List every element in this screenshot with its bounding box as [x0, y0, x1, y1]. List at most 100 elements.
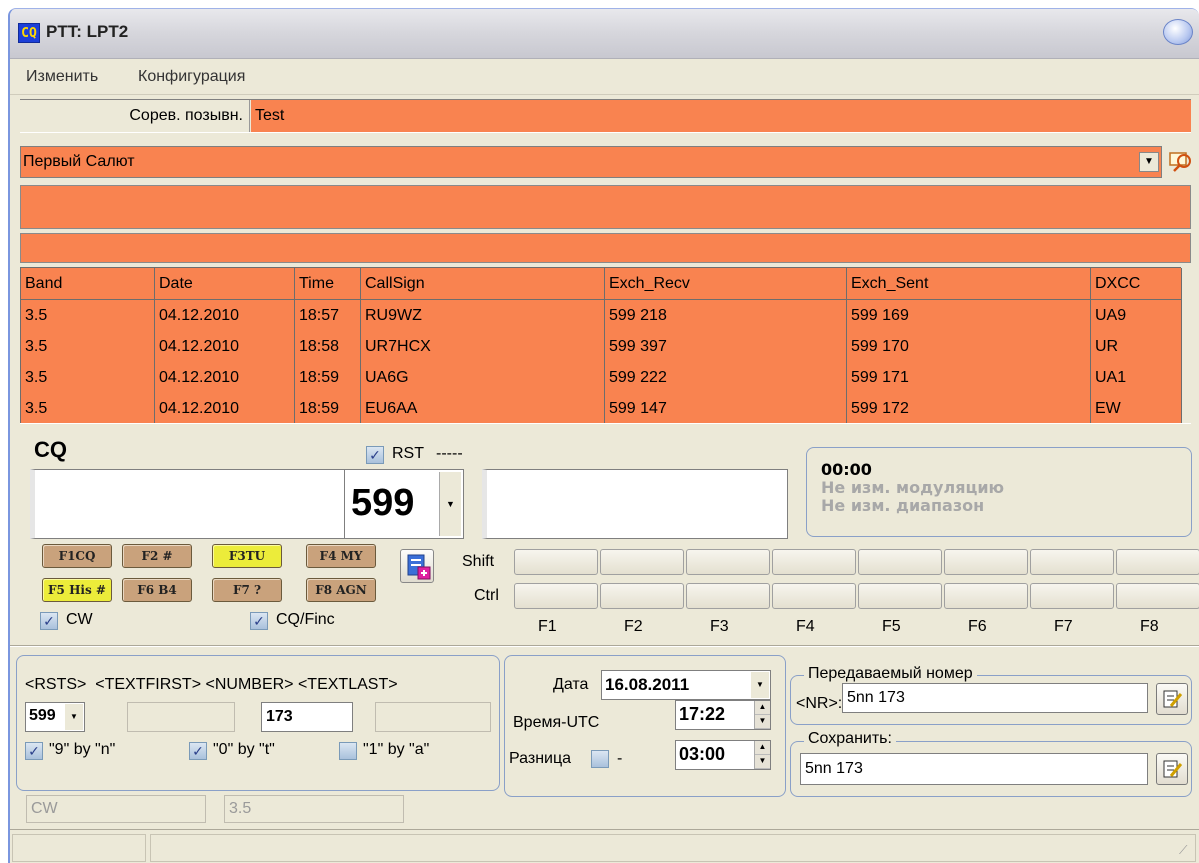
- chevron-down-icon[interactable]: ▼: [751, 672, 769, 698]
- exchange-input[interactable]: [482, 469, 788, 539]
- ctrl-macro-button-f6[interactable]: [944, 583, 1028, 609]
- column-header[interactable]: DXCC: [1091, 268, 1182, 300]
- table-cell[interactable]: UR7HCX: [361, 331, 605, 363]
- shift-macro-button-f1[interactable]: [514, 549, 598, 575]
- table-cell[interactable]: EU6AA: [361, 393, 605, 425]
- contest-call-field[interactable]: Test: [251, 100, 1191, 132]
- shift-macro-button-f6[interactable]: [944, 549, 1028, 575]
- table-cell[interactable]: 18:57: [295, 300, 361, 332]
- resize-grip-icon[interactable]: ⟋: [1179, 842, 1195, 858]
- opt-0-by-t-label: "0" by "t": [213, 741, 275, 758]
- table-cell[interactable]: 3.5: [21, 300, 155, 332]
- ctrl-macro-button-f1[interactable]: [514, 583, 598, 609]
- f8-button[interactable]: F8 AGN: [306, 578, 376, 602]
- table-cell[interactable]: UA6G: [361, 362, 605, 394]
- table-cell[interactable]: 599 147: [605, 393, 847, 425]
- chevron-down-icon[interactable]: ▼: [439, 472, 461, 536]
- table-cell[interactable]: 599 222: [605, 362, 847, 394]
- shift-macro-button-f4[interactable]: [772, 549, 856, 575]
- shift-macro-button-f3[interactable]: [686, 549, 770, 575]
- number-input[interactable]: 173: [261, 702, 353, 732]
- table-cell[interactable]: 3.5: [21, 393, 155, 425]
- textfirst-input[interactable]: [127, 702, 235, 732]
- table-cell[interactable]: EW: [1091, 393, 1182, 425]
- rsts-combo[interactable]: 599 ▼: [25, 702, 85, 732]
- diff-label: Разница: [509, 750, 572, 767]
- contest-select[interactable]: Первый Салют ▼: [20, 146, 1162, 178]
- spin-arrows-icon[interactable]: ▲ ▼: [754, 701, 770, 729]
- shift-macro-button-f2[interactable]: [600, 549, 684, 575]
- table-cell[interactable]: RU9WZ: [361, 300, 605, 332]
- table-cell[interactable]: 599 171: [847, 362, 1091, 394]
- ctrl-macro-button-f3[interactable]: [686, 583, 770, 609]
- menu-edit[interactable]: Изменить: [26, 68, 98, 86]
- table-cell[interactable]: 04.12.2010: [155, 362, 295, 394]
- ctrl-macro-button-f5[interactable]: [858, 583, 942, 609]
- table-cell[interactable]: 3.5: [21, 362, 155, 394]
- chevron-down-icon[interactable]: ▼: [1139, 152, 1159, 172]
- ctrl-macro-button-f8[interactable]: [1116, 583, 1199, 609]
- date-label: Дата: [553, 676, 589, 693]
- search-icon[interactable]: [1168, 149, 1194, 175]
- f2-button[interactable]: F2 #: [122, 544, 192, 568]
- chevron-down-icon[interactable]: ▼: [65, 704, 83, 730]
- table-cell[interactable]: 599 169: [847, 300, 1091, 332]
- ctrl-macro-button-f4[interactable]: [772, 583, 856, 609]
- column-header[interactable]: Band: [21, 268, 155, 300]
- table-cell[interactable]: 04.12.2010: [155, 331, 295, 363]
- diff-checkbox[interactable]: [591, 750, 609, 768]
- column-header[interactable]: Date: [155, 268, 295, 300]
- date-picker[interactable]: 16.08.2011 ▼: [601, 670, 771, 700]
- table-cell[interactable]: 599 170: [847, 331, 1091, 363]
- utc-time-spinner[interactable]: 17:22 ▲ ▼: [675, 700, 771, 730]
- shift-macro-button-f8[interactable]: [1116, 549, 1199, 575]
- f1-button[interactable]: F1CQ: [42, 544, 112, 568]
- table-cell[interactable]: UA1: [1091, 362, 1182, 394]
- shift-macro-button-f5[interactable]: [858, 549, 942, 575]
- opt-1-by-a-checkbox[interactable]: [339, 742, 357, 760]
- edit-nr-button[interactable]: [1156, 683, 1188, 715]
- band-field: 3.5: [224, 795, 404, 823]
- table-cell[interactable]: 04.12.2010: [155, 300, 295, 332]
- table-cell[interactable]: 18:59: [295, 362, 361, 394]
- window-control-button[interactable]: [1163, 19, 1193, 45]
- f6-button[interactable]: F6 B4: [122, 578, 192, 602]
- table-cell[interactable]: 599 397: [605, 331, 847, 363]
- textlast-input[interactable]: [375, 702, 491, 732]
- shift-macro-button-f7[interactable]: [1030, 549, 1114, 575]
- ctrl-macro-button-f7[interactable]: [1030, 583, 1114, 609]
- cq-finc-checkbox[interactable]: ✓: [250, 612, 268, 630]
- cw-checkbox[interactable]: ✓: [40, 612, 58, 630]
- f4-button[interactable]: F4 MY: [306, 544, 376, 568]
- spin-arrows-icon[interactable]: ▲ ▼: [754, 741, 770, 769]
- f3-button[interactable]: F3TU: [212, 544, 282, 568]
- callsign-input[interactable]: [30, 469, 362, 539]
- edit-save-button[interactable]: [1156, 753, 1188, 785]
- title-bar[interactable]: CQ PTT: LPT2: [10, 9, 1199, 59]
- table-cell[interactable]: 04.12.2010: [155, 393, 295, 425]
- ctrl-macro-button-f2[interactable]: [600, 583, 684, 609]
- table-cell[interactable]: 18:59: [295, 393, 361, 425]
- rst-checkbox[interactable]: ✓: [366, 446, 384, 464]
- table-cell[interactable]: 3.5: [21, 331, 155, 363]
- save-input[interactable]: 5nn 173: [800, 753, 1148, 785]
- table-cell[interactable]: UR: [1091, 331, 1182, 363]
- rst-combo[interactable]: 599 ▼: [344, 469, 464, 539]
- column-header[interactable]: CallSign: [361, 268, 605, 300]
- table-cell[interactable]: 18:58: [295, 331, 361, 363]
- table-cell[interactable]: 599 218: [605, 300, 847, 332]
- qso-grid[interactable]: Band Date Time CallSign Exch_Recv Exch_Sent DX…: [20, 267, 1182, 425]
- column-header[interactable]: Exch_Sent: [847, 268, 1091, 300]
- table-cell[interactable]: 599 172: [847, 393, 1091, 425]
- f5-button[interactable]: F5 His #: [42, 578, 112, 602]
- table-cell[interactable]: UA9: [1091, 300, 1182, 332]
- column-header[interactable]: Exch_Recv: [605, 268, 847, 300]
- opt-0-by-t-checkbox[interactable]: ✓: [189, 742, 207, 760]
- column-header[interactable]: Time: [295, 268, 361, 300]
- opt-9-by-n-checkbox[interactable]: ✓: [25, 742, 43, 760]
- add-record-button[interactable]: [400, 549, 434, 583]
- menu-configuration[interactable]: Конфигурация: [138, 68, 245, 86]
- nr-input[interactable]: 5nn 173: [842, 683, 1148, 713]
- diff-time-spinner[interactable]: 03:00 ▲ ▼: [675, 740, 771, 770]
- f7-button[interactable]: F7 ?: [212, 578, 282, 602]
